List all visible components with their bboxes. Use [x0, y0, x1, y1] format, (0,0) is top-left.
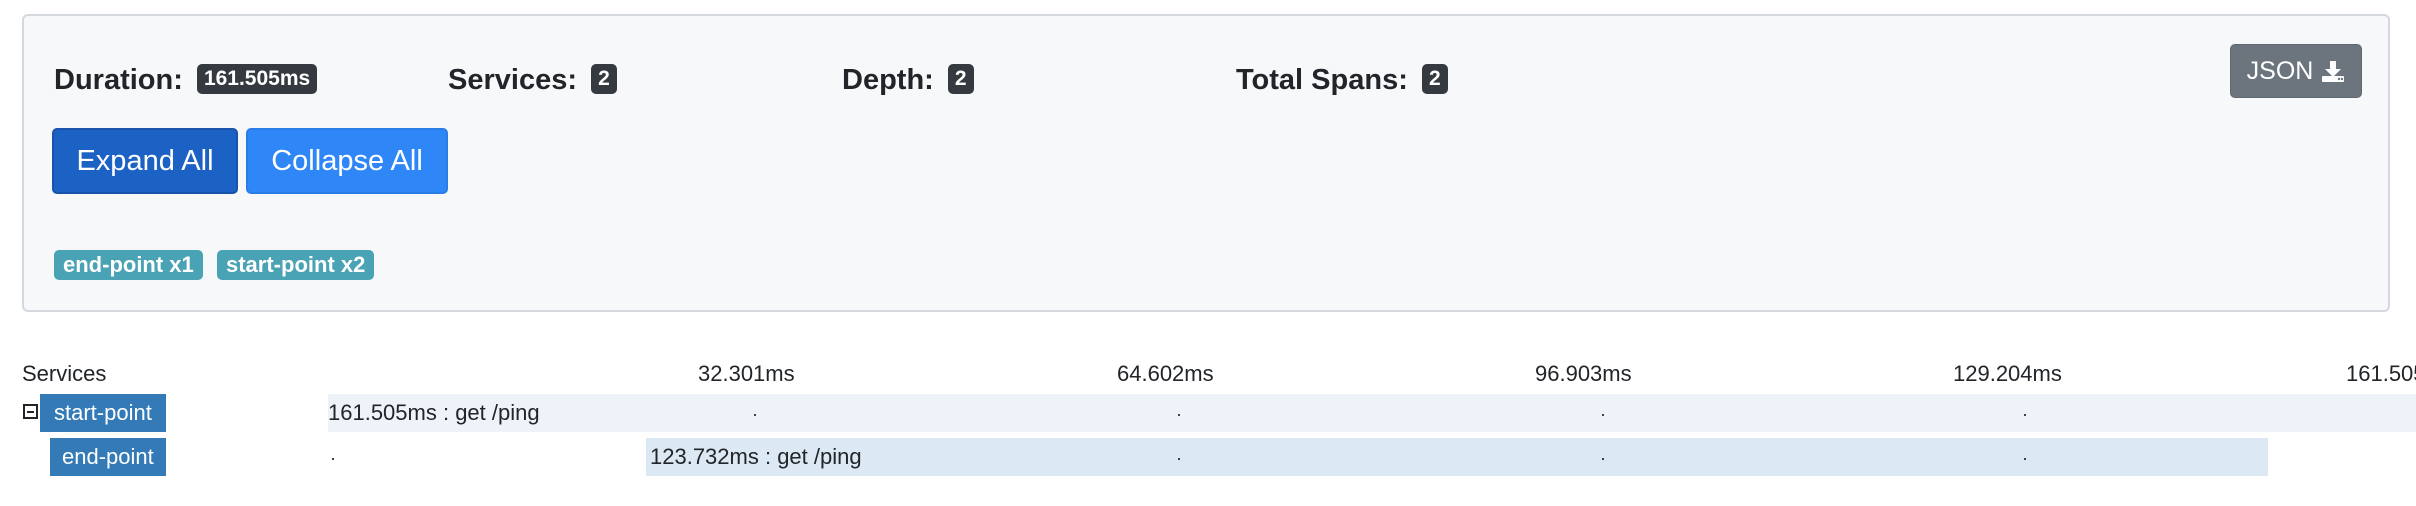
- duration-badge: 161.505ms: [196, 64, 318, 95]
- span-label-start-point: 161.505ms : get /ping: [328, 400, 540, 425]
- tick-dot: ·: [1176, 404, 1182, 424]
- duration-stat: Duration: 161.505ms: [54, 64, 318, 97]
- tick-dot: ·: [2022, 404, 2028, 424]
- expand-all-button[interactable]: Expand All: [52, 128, 238, 194]
- tick-dot: ·: [330, 448, 336, 468]
- total-spans-label: Total Spans:: [1236, 64, 1408, 96]
- service-label-end-point[interactable]: end-point: [50, 438, 166, 476]
- tick-dot: ·: [1600, 448, 1606, 468]
- depth-stat: Depth: 2: [842, 64, 974, 97]
- collapse-toggle-icon[interactable]: [23, 404, 38, 419]
- timeline-tick-3: 96.903ms: [1535, 361, 1632, 386]
- span-label-end-point: 123.732ms : get /ping: [650, 444, 862, 469]
- depth-label: Depth:: [842, 64, 934, 96]
- tick-dot: ·: [2022, 448, 2028, 468]
- timeline-tick-2: 64.602ms: [1117, 361, 1214, 386]
- timeline-tick-4: 129.204ms: [1953, 361, 2062, 386]
- timeline-tick-1: 32.301ms: [698, 361, 795, 386]
- tick-dot: ·: [1600, 404, 1606, 424]
- services-label: Services:: [448, 64, 577, 96]
- timeline-tick-5: 161.505ms: [2346, 361, 2416, 386]
- tick-dot: ·: [752, 404, 758, 424]
- depth-badge: 2: [947, 64, 974, 95]
- service-tag-end-point[interactable]: end-point x1: [54, 250, 203, 280]
- download-icon: [2322, 61, 2345, 82]
- collapse-all-button[interactable]: Collapse All: [246, 128, 448, 194]
- trace-summary-panel: Duration: 161.505ms Services: 2 Depth: 2…: [22, 14, 2390, 312]
- duration-label: Duration:: [54, 64, 183, 96]
- json-button-label: JSON: [2246, 56, 2314, 85]
- json-download-button[interactable]: JSON: [2230, 44, 2362, 98]
- service-label-start-point[interactable]: start-point: [40, 394, 166, 432]
- span-row-start-point[interactable]: [328, 394, 2416, 432]
- tick-dot: ·: [1176, 448, 1182, 468]
- services-column-header: Services: [22, 361, 107, 386]
- total-spans-stat: Total Spans: 2: [1236, 64, 1448, 97]
- services-stat: Services: 2: [448, 64, 617, 97]
- service-tag-start-point[interactable]: start-point x2: [217, 250, 375, 280]
- services-badge: 2: [591, 64, 617, 95]
- total-spans-badge: 2: [1421, 64, 1448, 95]
